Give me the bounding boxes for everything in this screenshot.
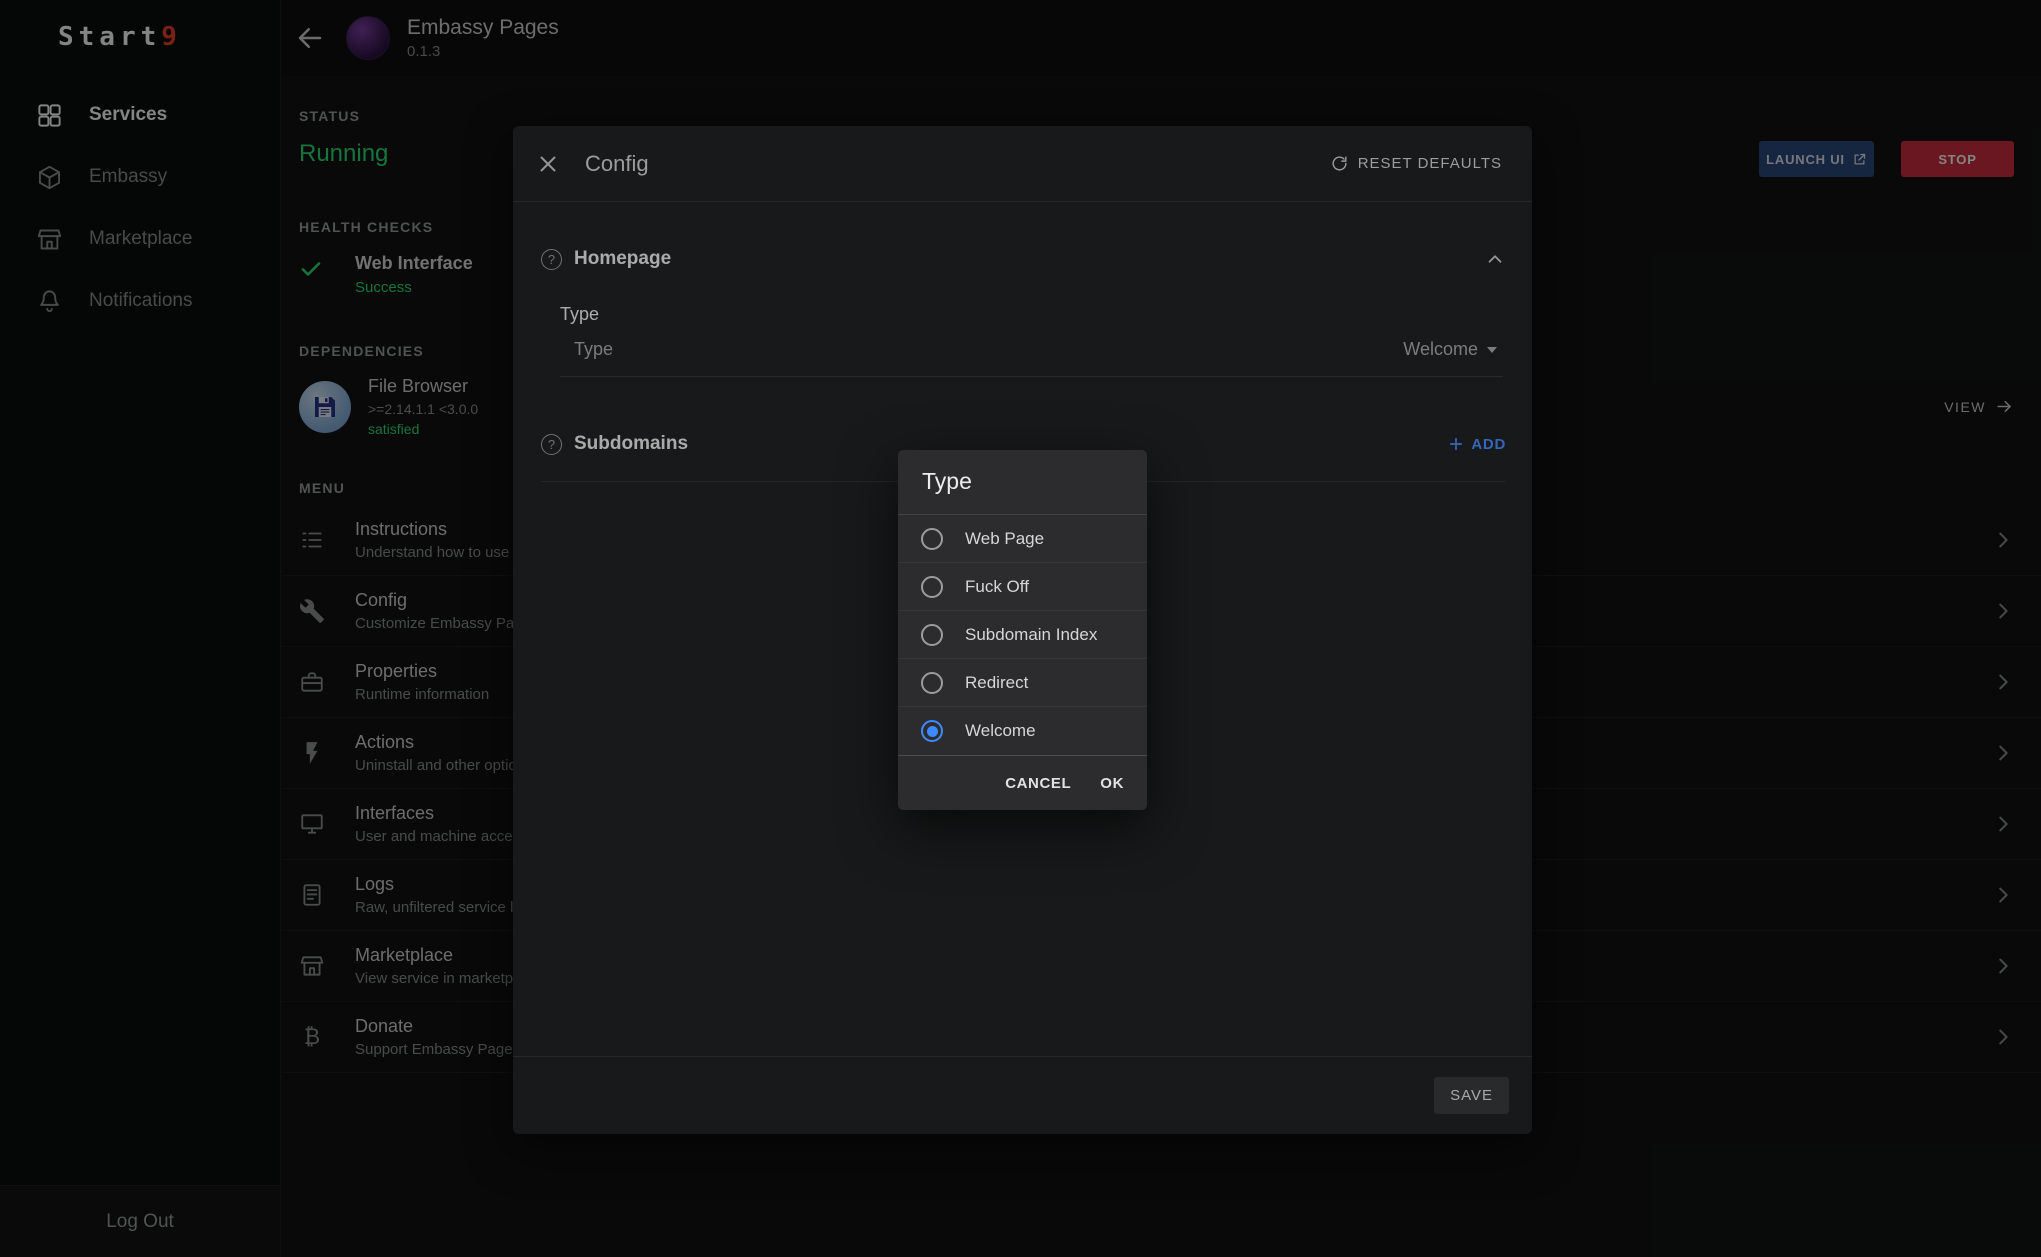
- type-dialog: Type Web Page Fuck Off Subdomain Index R…: [898, 450, 1147, 810]
- radio-icon: [921, 624, 943, 646]
- type-dialog-buttons: CANCEL OK: [898, 756, 1147, 810]
- type-option-label: Subdomain Index: [965, 625, 1097, 645]
- type-option[interactable]: Welcome: [898, 707, 1147, 755]
- cancel-button[interactable]: CANCEL: [1005, 775, 1071, 792]
- radio-icon: [921, 672, 943, 694]
- type-options-group: Web Page Fuck Off Subdomain Index Redire…: [898, 514, 1147, 756]
- type-option-label: Redirect: [965, 673, 1028, 693]
- radio-icon: [921, 576, 943, 598]
- app-root: Start9 Services Embassy Marketplace Noti…: [0, 0, 2041, 1257]
- type-option-label: Fuck Off: [965, 577, 1029, 597]
- type-option-label: Web Page: [965, 529, 1044, 549]
- type-option[interactable]: Web Page: [898, 515, 1147, 563]
- type-option[interactable]: Fuck Off: [898, 563, 1147, 611]
- type-option[interactable]: Redirect: [898, 659, 1147, 707]
- type-option[interactable]: Subdomain Index: [898, 611, 1147, 659]
- radio-icon: [921, 528, 943, 550]
- type-option-label: Welcome: [965, 721, 1036, 741]
- radio-icon: [921, 720, 943, 742]
- type-dialog-title: Type: [898, 450, 1147, 514]
- ok-button[interactable]: OK: [1100, 775, 1124, 792]
